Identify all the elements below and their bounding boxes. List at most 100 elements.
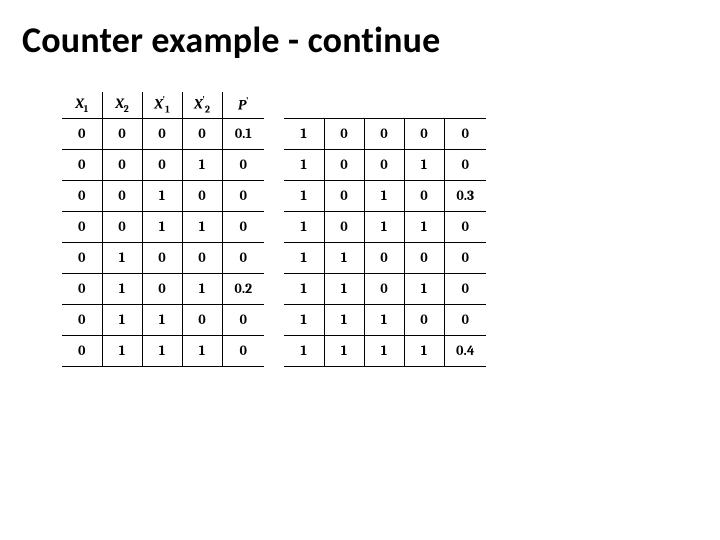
cell: 0	[222, 211, 264, 242]
cell: 1	[364, 304, 404, 335]
cell: 0	[102, 149, 142, 180]
table-row: 00100	[62, 180, 264, 211]
table-row: 10000	[284, 118, 486, 149]
cell: 0	[182, 118, 222, 149]
table-row: 00010	[62, 149, 264, 180]
cell: 0	[182, 304, 222, 335]
cell: 1	[182, 211, 222, 242]
cell: 0.1	[222, 118, 264, 149]
cell: 0	[444, 149, 486, 180]
cell: 1	[142, 180, 182, 211]
cell: 1	[142, 211, 182, 242]
cell: 1	[284, 211, 324, 242]
table-row: 01010.2	[62, 273, 264, 304]
cell: 0	[364, 149, 404, 180]
cell: 0	[222, 149, 264, 180]
cell: 1	[404, 335, 444, 366]
table-header-row: X1 X2 X'1 X'2 P'	[62, 92, 264, 118]
table-row: 01110	[62, 335, 264, 366]
header-x1prime: X'1	[142, 92, 182, 118]
cell: 0	[444, 304, 486, 335]
table-row: 01100	[62, 304, 264, 335]
cell: 0	[324, 118, 364, 149]
left-table: X1 X2 X'1 X'2 P' 00000.1 00010 00100 001…	[62, 92, 264, 367]
cell: 1	[102, 304, 142, 335]
cell: 1	[284, 149, 324, 180]
cell: 1	[182, 273, 222, 304]
cell: 1	[142, 335, 182, 366]
cell: 1	[284, 273, 324, 304]
cell: 0	[142, 149, 182, 180]
cell: 0	[62, 273, 102, 304]
cell: 0	[142, 118, 182, 149]
cell: 0	[222, 335, 264, 366]
table-row: 11000	[284, 242, 486, 273]
header-x2: X2	[102, 92, 142, 118]
cell: 1	[324, 242, 364, 273]
cell: 1	[182, 335, 222, 366]
table-row: 11110.4	[284, 335, 486, 366]
cell: 0	[182, 242, 222, 273]
tables-wrapper: X1 X2 X'1 X'2 P' 00000.1 00010 00100 001…	[62, 92, 698, 367]
cell: 0	[444, 273, 486, 304]
cell: 0	[444, 118, 486, 149]
table-row: 10010	[284, 149, 486, 180]
cell: 0	[102, 118, 142, 149]
cell: 0	[62, 211, 102, 242]
cell: 0	[62, 242, 102, 273]
cell: 1	[102, 335, 142, 366]
cell: 0.4	[444, 335, 486, 366]
cell: 0	[324, 211, 364, 242]
cell: 1	[142, 304, 182, 335]
cell: 1	[324, 273, 364, 304]
cell: 1	[364, 211, 404, 242]
cell: 1	[324, 335, 364, 366]
cell: 0	[142, 273, 182, 304]
right-table: 10000 10010 10100.3 10110 11000 11010 11…	[284, 118, 486, 367]
cell: 1	[284, 242, 324, 273]
cell: 0	[102, 211, 142, 242]
cell: 0	[404, 118, 444, 149]
cell: 0.2	[222, 273, 264, 304]
cell: 0	[182, 180, 222, 211]
table-row: 00000.1	[62, 118, 264, 149]
cell: 1	[404, 273, 444, 304]
cell: 1	[284, 180, 324, 211]
cell: 1	[364, 335, 404, 366]
cell: 1	[364, 180, 404, 211]
header-x1: X1	[62, 92, 102, 118]
cell: 0.3	[444, 180, 486, 211]
cell: 0	[142, 242, 182, 273]
cell: 0	[324, 180, 364, 211]
cell: 1	[182, 149, 222, 180]
cell: 1	[102, 273, 142, 304]
cell: 0	[324, 149, 364, 180]
cell: 0	[404, 304, 444, 335]
table-row: 10110	[284, 211, 486, 242]
cell: 0	[62, 335, 102, 366]
cell: 1	[404, 211, 444, 242]
header-pprime: P'	[222, 92, 264, 118]
slide: Counter example - continue X1 X2 X'1 X'2…	[0, 0, 720, 540]
cell: 0	[404, 242, 444, 273]
header-x2prime: X'2	[182, 92, 222, 118]
cell: 0	[222, 180, 264, 211]
cell: 0	[444, 242, 486, 273]
table-row: 01000	[62, 242, 264, 273]
cell: 0	[62, 304, 102, 335]
cell: 0	[222, 242, 264, 273]
page-title: Counter example - continue	[22, 18, 698, 62]
cell: 0	[364, 118, 404, 149]
table-row: 11010	[284, 273, 486, 304]
cell: 0	[62, 180, 102, 211]
cell: 1	[102, 242, 142, 273]
cell: 1	[284, 304, 324, 335]
cell: 1	[404, 149, 444, 180]
table-row: 10100.3	[284, 180, 486, 211]
table-row: 11100	[284, 304, 486, 335]
table-row: 00110	[62, 211, 264, 242]
cell: 0	[62, 149, 102, 180]
cell: 0	[364, 242, 404, 273]
cell: 0	[364, 273, 404, 304]
cell: 1	[284, 118, 324, 149]
